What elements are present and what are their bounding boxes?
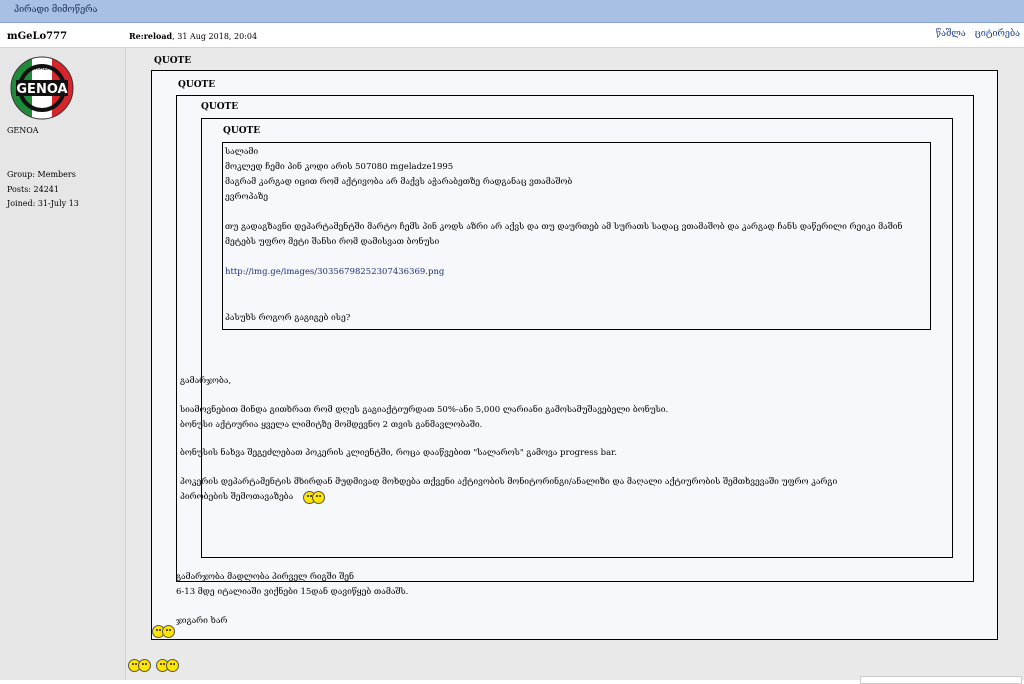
level1-line-3: ჯიგარი ხარ	[176, 616, 228, 626]
quote-title-3: QUOTE	[201, 102, 239, 112]
quote-box-4: სალამი მოკლედ ჩემი პინ კოდი არის 507080 …	[222, 142, 931, 330]
quote-box-2: QUOTE QUOTE სალამი მოკლედ ჩემი პინ კოდი …	[176, 95, 974, 582]
bottom-input-edge[interactable]	[860, 676, 1022, 684]
user-title: GENOA	[7, 126, 39, 135]
smiley-icon	[166, 659, 179, 672]
post-meta: Re:reload, 31 Aug 2018, 20:04	[129, 31, 257, 41]
inner-line-3: მაგრამ კარგად იცით რომ აქტივობა არ მაქვს…	[225, 177, 573, 187]
quote-box-1: QUOTE QUOTE QUOTE სალამი მოკლედ ჩემი პინ…	[151, 70, 998, 640]
quote-link[interactable]: ციტირება	[975, 29, 1020, 39]
avatar[interactable]: ITALY GENOA	[10, 56, 74, 120]
avatar-text-genoa: GENOA	[16, 82, 67, 97]
level2-line-6: პირობების შემოთავაზება	[180, 492, 294, 502]
level2-line-1: გამარჯობა,	[180, 376, 232, 386]
user-posts: Posts: 24241	[7, 185, 59, 194]
level2-line-2: სიამოვნებით მინდა გითხრათ რომ დღეს გაგია…	[180, 405, 669, 415]
inner-line-1: სალამი	[225, 147, 259, 157]
user-group: Group: Members	[7, 170, 76, 179]
post-date: , 31 Aug 2018, 20:04	[172, 32, 258, 41]
image-link[interactable]: http://img.ge/images/3035679825230743636…	[225, 267, 444, 277]
level1-line-2: 6-13 მდე იტალიაში ვიქნები 15დან დავიწყებ…	[176, 587, 409, 597]
level2-line-3: ბონუსი აქტიურია ყველა ლიმიტზე მომდევნო 2…	[180, 420, 483, 430]
delete-link[interactable]: წაშლა	[936, 29, 966, 39]
user-sidebar: ITALY GENOA GENOA Group: Members Posts: …	[0, 48, 126, 680]
inner-line-7: პასუხს როგორ გაგიგებ ისე?	[225, 313, 351, 323]
post-author[interactable]: mGeLo777	[7, 31, 67, 42]
post-subject: Re:reload	[129, 31, 173, 41]
avatar-text-italy: ITALY	[34, 65, 50, 72]
top-bar: პირადი მიმოწერა	[0, 0, 1024, 23]
smiley-icon	[162, 625, 175, 638]
post-actions: წაშლა ციტირება	[930, 29, 1020, 39]
quote-title-4: QUOTE	[223, 126, 261, 136]
genoa-logo-icon: ITALY GENOA	[10, 56, 74, 120]
level2-line-4: ბონუსის ნახვა შეგეძლებათ პოკერის კლიენტშ…	[180, 448, 617, 458]
post-header: mGeLo777 Re:reload, 31 Aug 2018, 20:04 წ…	[0, 23, 1024, 48]
inner-line-2: მოკლედ ჩემი პინ კოდი არის 507080 mgeladz…	[225, 162, 454, 172]
conversation-title: პირადი მიმოწერა	[14, 5, 98, 15]
level1-line-1: გამარჯობა მადლობა პირველ რიგში შენ	[176, 572, 354, 582]
inner-line-6: მეტებს უფრო მეტი შანსი რომ დამისვათ ბონუ…	[225, 237, 440, 247]
smiley-icon	[138, 659, 151, 672]
inner-line-5: თუ გადაგზავნი დეპარტამენტში მარტო ჩემს პ…	[225, 222, 903, 232]
smiley-icon	[312, 491, 325, 504]
quote-title-2: QUOTE	[178, 80, 216, 90]
user-joined: Joined: 31-July 13	[7, 199, 79, 208]
level2-line-5: პოკერის დეპარტამენტის მხირდან მუდმივად მ…	[180, 477, 838, 487]
quote-title-1: QUOTE	[154, 56, 192, 66]
inner-line-4: ევროპაზე	[225, 192, 268, 202]
post-body: QUOTE QUOTE QUOTE QUOTE სალამი მოკლედ ჩე…	[126, 48, 1024, 680]
